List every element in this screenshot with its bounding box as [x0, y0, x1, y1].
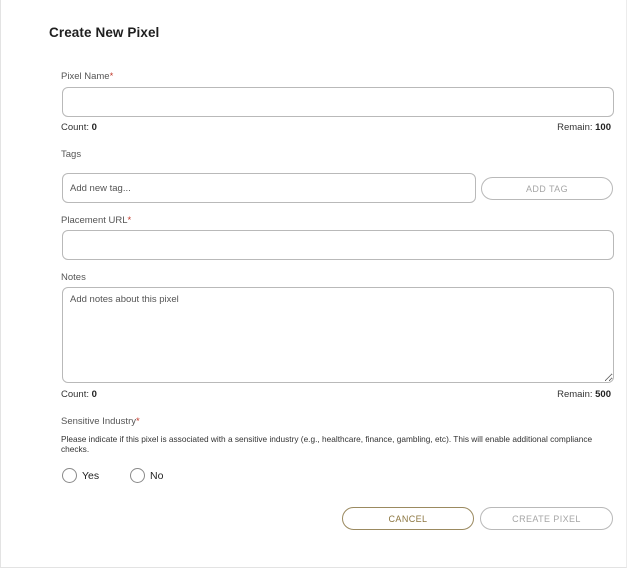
create-pixel-button[interactable]: CREATE PIXEL — [480, 507, 613, 530]
notes-label: Notes — [61, 272, 86, 283]
notes-remain-value: 500 — [595, 389, 611, 400]
sensitive-industry-label: Sensitive Industry* — [61, 416, 140, 427]
pixel-name-required-mark: * — [109, 71, 114, 82]
placement-url-required-mark: * — [127, 215, 132, 226]
placement-url-label-text: Placement URL — [61, 215, 128, 226]
pixel-name-label-text: Pixel Name — [61, 71, 110, 82]
notes-count: Count: 0 — [61, 389, 97, 400]
radio-no-label: No — [150, 469, 164, 482]
placement-url-input[interactable] — [62, 230, 614, 260]
notes-remain-label: Remain: — [557, 389, 593, 400]
create-pixel-dialog: Create New Pixel Pixel Name* Count: 0 Re… — [0, 0, 627, 568]
pixel-name-remain-value: 100 — [595, 122, 611, 133]
notes-textarea[interactable] — [62, 287, 614, 383]
pixel-name-count: Count: 0 — [61, 122, 97, 133]
tags-label: Tags — [61, 149, 82, 160]
radio-yes-circle[interactable] — [62, 468, 77, 483]
radio-yes-label: Yes — [82, 469, 100, 482]
pixel-name-label: Pixel Name* — [61, 71, 113, 82]
placement-url-label: Placement URL* — [61, 215, 131, 226]
pixel-name-remain-label: Remain: — [557, 122, 593, 133]
radio-no-circle[interactable] — [130, 468, 145, 483]
pixel-name-count-label: Count: — [61, 122, 89, 133]
pixel-name-remain: Remain: 100 — [557, 122, 611, 133]
radio-option-yes[interactable]: Yes — [62, 468, 99, 483]
pixel-name-count-value: 0 — [91, 122, 97, 133]
cancel-button[interactable]: CANCEL — [342, 507, 474, 530]
radio-option-no[interactable]: No — [130, 468, 163, 483]
notes-remain: Remain: 500 — [557, 389, 611, 400]
pixel-name-input[interactable] — [62, 87, 614, 117]
add-tag-button[interactable]: ADD TAG — [481, 177, 613, 200]
notes-count-label: Count: — [61, 389, 89, 400]
dialog-title: Create New Pixel — [49, 25, 160, 40]
sensitive-industry-helper-text: Please indicate if this pixel is associa… — [61, 434, 593, 454]
notes-count-value: 0 — [91, 389, 97, 400]
sensitive-industry-label-text: Sensitive Industry — [61, 416, 136, 427]
sensitive-industry-required-mark: * — [135, 416, 140, 427]
tag-input[interactable] — [62, 173, 476, 203]
